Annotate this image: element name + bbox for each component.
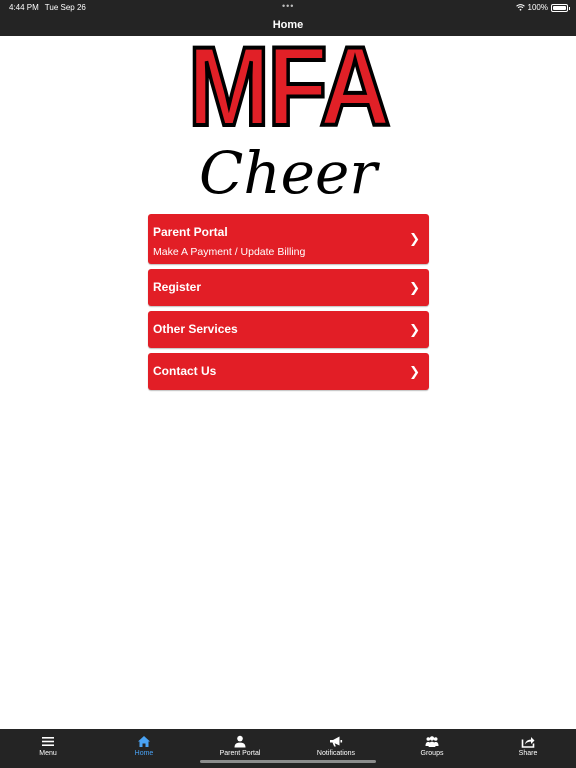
status-right: 100% — [515, 3, 570, 12]
status-time: 4:44 PM — [9, 3, 39, 12]
tab-label: Menu — [39, 750, 57, 757]
logo-mfa: MFA — [186, 24, 392, 149]
tab-label: Notifications — [316, 750, 356, 757]
register-button[interactable]: Register ❯ — [148, 269, 429, 306]
status-date: Tue Sep 26 — [44, 3, 86, 12]
tab-label: Parent Portal — [219, 750, 261, 757]
tab-share[interactable]: Share — [480, 729, 576, 768]
logo-cheer: Cheer — [198, 139, 378, 207]
menu-item-subtitle: Make A Payment / Update Billing — [153, 246, 306, 258]
status-left: 4:44 PM Tue Sep 26 — [9, 3, 86, 12]
chevron-right-icon: ❯ — [409, 321, 420, 337]
megaphone-icon — [330, 736, 343, 747]
menu-list: Parent Portal Make A Payment / Update Bi… — [148, 214, 429, 390]
tab-label: Home — [134, 750, 154, 757]
menu-item-title: Register — [153, 280, 202, 294]
chevron-right-icon: ❯ — [409, 363, 420, 379]
home-indicator[interactable] — [200, 760, 376, 763]
share-icon — [521, 737, 535, 748]
contact-us-button[interactable]: Contact Us ❯ — [148, 353, 429, 390]
wifi-icon — [515, 4, 525, 11]
menu-icon — [42, 737, 54, 746]
tab-label: Groups — [420, 750, 444, 757]
parent-portal-button[interactable]: Parent Portal Make A Payment / Update Bi… — [148, 214, 429, 264]
chevron-right-icon: ❯ — [409, 231, 420, 246]
groups-icon — [425, 736, 439, 747]
battery-percent: 100% — [527, 3, 548, 12]
tab-menu[interactable]: Menu — [0, 729, 96, 768]
menu-item-title: Parent Portal — [153, 225, 228, 239]
chevron-right-icon: ❯ — [409, 279, 420, 295]
tab-label: Share — [518, 750, 538, 757]
home-icon — [138, 736, 150, 747]
person-icon — [234, 735, 246, 748]
menu-item-title: Other Services — [153, 322, 238, 336]
menu-item-title: Contact Us — [153, 364, 217, 378]
tab-home[interactable]: Home — [96, 729, 192, 768]
other-services-button[interactable]: Other Services ❯ — [148, 311, 429, 348]
status-bar: 4:44 PM Tue Sep 26 ••• 100% — [0, 0, 576, 14]
battery-icon — [551, 3, 570, 12]
multitasking-dots-icon[interactable]: ••• — [282, 1, 294, 11]
tab-groups[interactable]: Groups — [384, 729, 480, 768]
